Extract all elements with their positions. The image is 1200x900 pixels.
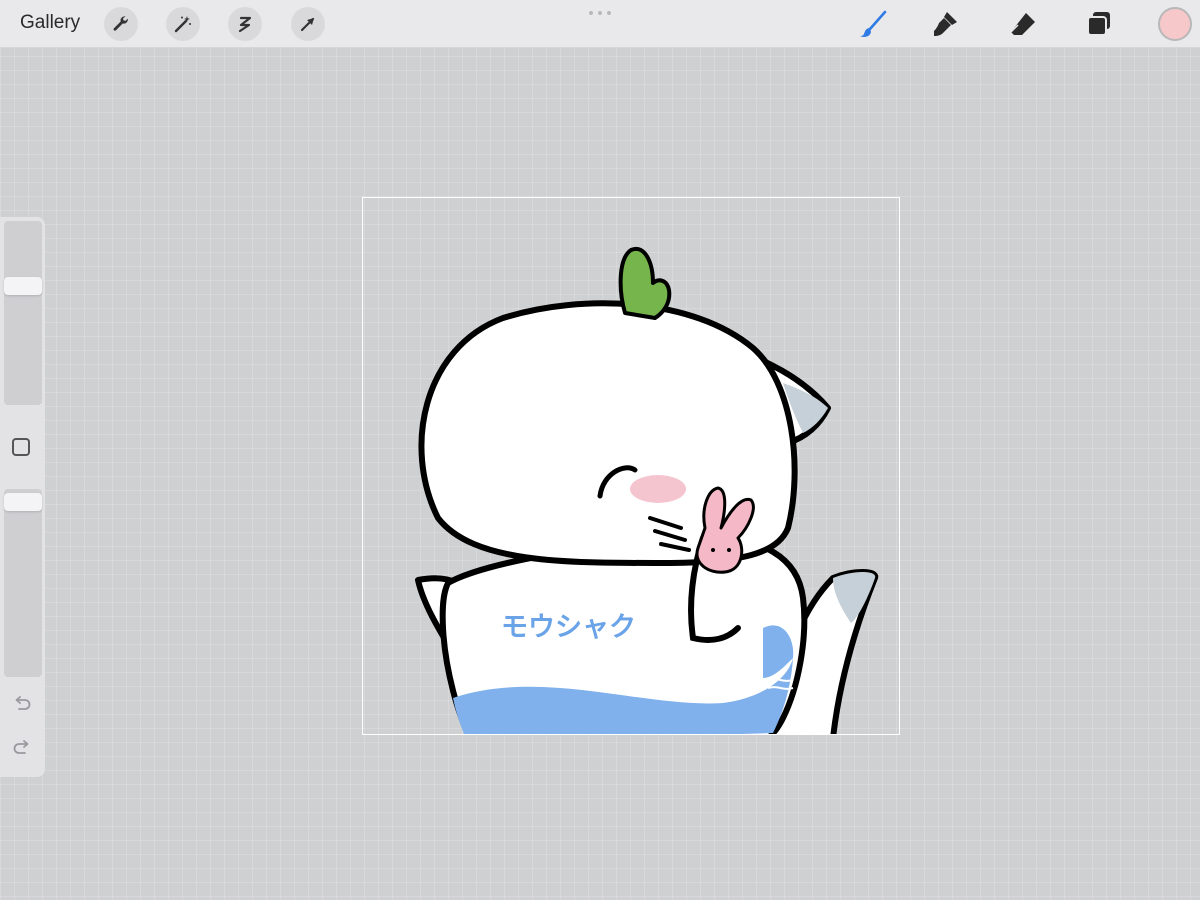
actions-button[interactable] bbox=[104, 7, 138, 41]
redo-icon[interactable] bbox=[11, 737, 33, 759]
layers-tool[interactable] bbox=[1082, 7, 1116, 41]
smudge-icon bbox=[934, 12, 957, 36]
shark-illustration: モウシャク bbox=[415, 246, 879, 734]
brush-tool[interactable] bbox=[856, 7, 890, 41]
sidebar bbox=[0, 217, 45, 777]
brush-size-slider[interactable] bbox=[4, 221, 42, 405]
gallery-button[interactable]: Gallery bbox=[20, 12, 80, 34]
brush-size-thumb[interactable] bbox=[4, 277, 42, 295]
toolbar-grabber[interactable] bbox=[589, 11, 611, 15]
shirt-text: モウシャク bbox=[501, 612, 636, 643]
wrench-icon bbox=[113, 16, 128, 31]
layers-icon bbox=[1087, 12, 1110, 36]
color-picker[interactable] bbox=[1158, 7, 1192, 41]
magic-wand-icon bbox=[174, 16, 191, 33]
eraser-icon bbox=[1010, 13, 1035, 35]
arrow-cursor-icon bbox=[300, 17, 315, 32]
transform-button[interactable] bbox=[291, 7, 325, 41]
top-toolbar: Gallery bbox=[0, 0, 1200, 48]
cactus bbox=[618, 246, 672, 320]
undo-icon[interactable] bbox=[11, 693, 33, 715]
selection-button[interactable] bbox=[228, 7, 262, 41]
smudge-tool[interactable] bbox=[928, 7, 962, 41]
opacity-slider[interactable] bbox=[4, 489, 42, 677]
adjustments-button[interactable] bbox=[166, 7, 200, 41]
modify-button[interactable] bbox=[12, 438, 30, 456]
selection-icon bbox=[238, 16, 252, 33]
drawing-canvas[interactable]: モウシャク bbox=[362, 197, 900, 735]
opacity-thumb[interactable] bbox=[4, 493, 42, 511]
blush bbox=[630, 475, 686, 503]
eraser-tool[interactable] bbox=[1006, 7, 1040, 41]
brush-icon bbox=[860, 10, 887, 37]
